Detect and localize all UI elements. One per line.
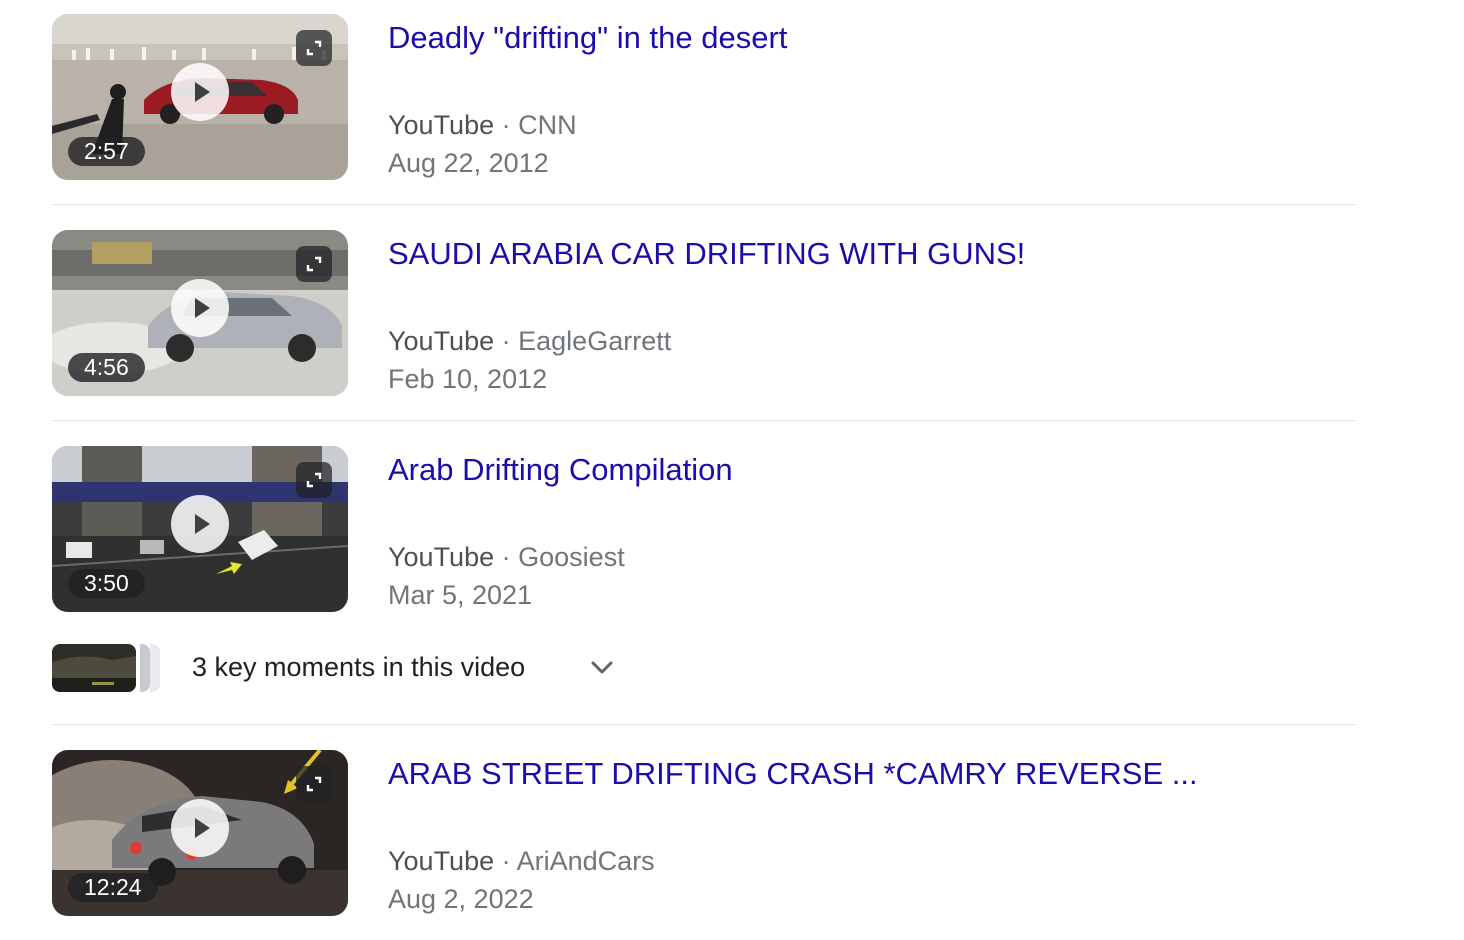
video-result: 12:24 ARAB STREET DRIFTING CRASH *CAMRY … [52, 750, 1356, 916]
upload-date: Mar 5, 2021 [388, 580, 533, 610]
key-moments-label: 3 key moments in this video [192, 652, 526, 682]
video-thumbnail[interactable]: 12:24 [52, 750, 348, 916]
duration-badge: 12:24 [68, 873, 158, 902]
result-divider [52, 204, 1356, 205]
key-moments-thumbnails [52, 644, 162, 692]
channel-name: CNN [518, 110, 577, 140]
video-title-link[interactable]: ARAB STREET DRIFTING CRASH *CAMRY REVERS… [388, 756, 1198, 792]
meta-separator: · [501, 110, 511, 140]
meta-separator: · [501, 846, 511, 876]
upload-date: Aug 22, 2012 [388, 148, 549, 178]
play-icon[interactable] [171, 279, 229, 337]
result-divider [52, 724, 1356, 725]
result-divider [52, 420, 1356, 421]
key-moments-toggle[interactable]: 3 key moments in this video [52, 640, 652, 696]
video-thumbnail[interactable]: 3:50 [52, 446, 348, 612]
video-title-link[interactable]: SAUDI ARABIA CAR DRIFTING WITH GUNS! [388, 236, 1025, 272]
video-result: 2:57 Deadly "drifting" in the desert You… [52, 14, 1356, 180]
video-meta: YouTube · CNN [388, 109, 577, 141]
source-name: YouTube [388, 110, 495, 140]
video-meta: YouTube · Goosiest [388, 541, 625, 573]
video-thumbnail[interactable]: 4:56 [52, 230, 348, 396]
key-moment-thumbnail [52, 644, 136, 692]
stacked-card [150, 644, 160, 692]
upload-date: Feb 10, 2012 [388, 364, 548, 394]
expand-icon[interactable] [296, 246, 332, 282]
duration-badge: 3:50 [68, 569, 145, 598]
play-icon[interactable] [171, 63, 229, 121]
expand-icon[interactable] [296, 462, 332, 498]
video-title-link[interactable]: Deadly "drifting" in the desert [388, 20, 787, 56]
expand-icon[interactable] [296, 30, 332, 66]
source-name: YouTube [388, 846, 495, 876]
chevron-down-icon[interactable] [588, 654, 616, 682]
play-icon[interactable] [171, 799, 229, 857]
channel-name: AriAndCars [516, 846, 655, 876]
meta-separator: · [501, 542, 511, 572]
duration-badge: 2:57 [68, 137, 145, 166]
channel-name: EagleGarrett [518, 326, 672, 356]
video-title-link[interactable]: Arab Drifting Compilation [388, 452, 733, 488]
video-meta: YouTube · EagleGarrett [388, 325, 671, 357]
expand-icon[interactable] [296, 766, 332, 802]
play-icon[interactable] [171, 495, 229, 553]
stacked-card [140, 644, 150, 692]
video-meta: YouTube · AriAndCars [388, 845, 655, 877]
video-result: 4:56 SAUDI ARABIA CAR DRIFTING WITH GUNS… [52, 230, 1356, 396]
meta-separator: · [501, 326, 511, 356]
duration-badge: 4:56 [68, 353, 145, 382]
source-name: YouTube [388, 542, 495, 572]
channel-name: Goosiest [518, 542, 625, 572]
video-thumbnail[interactable]: 2:57 [52, 14, 348, 180]
video-result: 3:50 Arab Drifting Compilation YouTube ·… [52, 446, 1356, 612]
source-name: YouTube [388, 326, 495, 356]
upload-date: Aug 2, 2022 [388, 884, 534, 914]
video-results-list: 2:57 Deadly "drifting" in the desert You… [0, 0, 1464, 940]
